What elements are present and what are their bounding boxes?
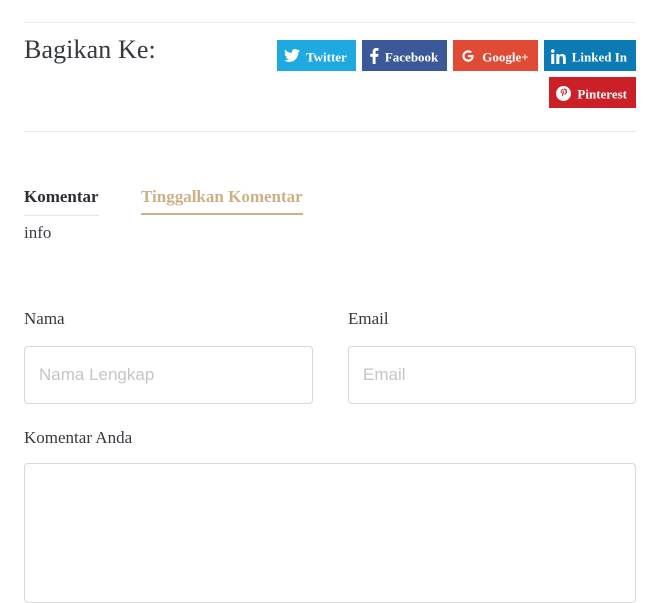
comment-textarea[interactable] bbox=[24, 463, 636, 603]
email-input[interactable] bbox=[348, 346, 636, 404]
share-section: Bagikan Ke: Twitter Facebook Google+ Lin… bbox=[24, 33, 636, 118]
name-label: Nama bbox=[24, 309, 65, 328]
share-button-twitter-label: Twitter bbox=[305, 49, 347, 65]
share-button-googleplus[interactable]: Google+ bbox=[453, 40, 538, 71]
share-button-pinterest-label: Pinterest bbox=[577, 86, 627, 102]
share-button-linkedin-label: Linked In bbox=[571, 49, 627, 65]
share-button-facebook[interactable]: Facebook bbox=[361, 40, 448, 71]
tab-tinggalkan-komentar-underline bbox=[141, 213, 303, 215]
field-group-email: Email bbox=[348, 308, 636, 404]
facebook-icon bbox=[369, 48, 379, 65]
divider-bottom bbox=[24, 131, 636, 132]
google-plus-icon bbox=[460, 48, 476, 64]
tab-komentar[interactable]: Komentar bbox=[24, 185, 99, 216]
tab-komentar-label: Komentar bbox=[24, 187, 99, 206]
tab-tinggalkan-komentar-label: Tinggalkan Komentar bbox=[141, 187, 303, 206]
share-title: Bagikan Ke: bbox=[24, 35, 156, 64]
pinterest-icon bbox=[556, 85, 572, 101]
tab-tinggalkan-komentar[interactable]: Tinggalkan Komentar bbox=[141, 185, 303, 215]
divider-top bbox=[24, 22, 636, 23]
field-group-name: Nama bbox=[24, 308, 313, 404]
form-row-name-email: Nama Email bbox=[24, 308, 636, 404]
share-button-facebook-label: Facebook bbox=[384, 49, 439, 65]
share-button-linkedin[interactable]: Linked In bbox=[543, 40, 636, 71]
comment-label: Komentar Anda bbox=[24, 428, 133, 447]
tab-komentar-underline bbox=[24, 215, 99, 216]
email-label: Email bbox=[348, 309, 389, 328]
share-button-pinterest[interactable]: Pinterest bbox=[549, 77, 636, 108]
info-text: info bbox=[24, 223, 52, 242]
name-input[interactable] bbox=[24, 346, 313, 404]
share-button-twitter[interactable]: Twitter bbox=[276, 40, 356, 71]
linkedin-icon bbox=[550, 48, 566, 64]
comment-share-panel: Bagikan Ke: Twitter Facebook Google+ Lin… bbox=[0, 0, 660, 603]
share-button-group: Twitter Facebook Google+ Linked In Pinte… bbox=[224, 40, 636, 114]
comment-form: Nama Email bbox=[24, 308, 636, 404]
twitter-icon bbox=[283, 49, 300, 63]
tab-bar: Komentar Tinggalkan Komentar bbox=[24, 185, 636, 216]
share-button-googleplus-label: Google+ bbox=[482, 49, 529, 65]
